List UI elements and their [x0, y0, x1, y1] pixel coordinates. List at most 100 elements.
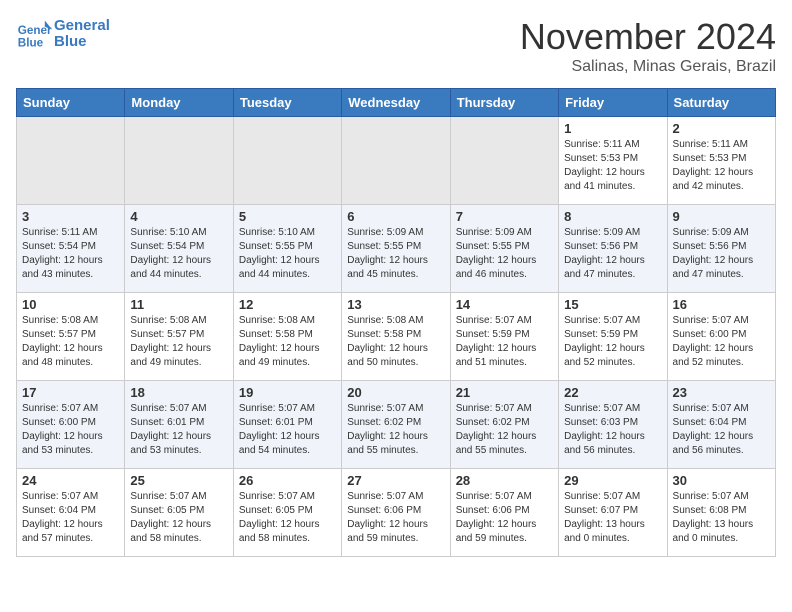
day-info: Sunrise: 5:07 AM Sunset: 6:01 PM Dayligh…: [130, 402, 227, 458]
week-row-3: 10 Sunrise: 5:08 AM Sunset: 5:57 PM Dayli…: [17, 293, 776, 381]
day-number: 25: [130, 473, 227, 488]
calendar-cell: 8Sunrise: 5:09 AM Sunset: 5:56 PM Daylig…: [559, 205, 667, 293]
calendar-cell: 2Sunrise: 5:11 AM Sunset: 5:53 PM Daylig…: [667, 117, 775, 205]
calendar-cell: 6 Sunrise: 5:09 AM Sunset: 5:55 PM Daylig…: [342, 205, 450, 293]
calendar-cell: 22 Sunrise: 5:07 AM Sunset: 6:03 PM Dayli…: [559, 381, 667, 469]
day-number: 12: [239, 297, 336, 312]
calendar-cell: 12 Sunrise: 5:08 AM Sunset: 5:58 PM Dayli…: [233, 293, 341, 381]
day-number: 13: [347, 297, 444, 312]
day-number: 29: [564, 473, 661, 488]
day-number: 5: [239, 209, 336, 224]
day-number: 10: [22, 297, 119, 312]
day-info: Sunrise: 5:07 AM Sunset: 6:08 PM Dayligh…: [673, 490, 770, 546]
calendar-cell: 15 Sunrise: 5:07 AM Sunset: 5:59 PM Dayli…: [559, 293, 667, 381]
col-header-sunday: Sunday: [17, 89, 125, 117]
calendar-cell: 20 Sunrise: 5:07 AM Sunset: 6:02 PM Dayli…: [342, 381, 450, 469]
day-number: 6: [347, 209, 444, 224]
day-info: Sunrise: 5:07 AM Sunset: 6:07 PM Dayligh…: [564, 490, 661, 546]
day-info: Sunrise: 5:07 AM Sunset: 6:04 PM Dayligh…: [22, 490, 119, 546]
calendar-cell: [450, 117, 558, 205]
col-header-saturday: Saturday: [667, 89, 775, 117]
day-info: Sunrise: 5:07 AM Sunset: 6:05 PM Dayligh…: [130, 490, 227, 546]
calendar-cell: [342, 117, 450, 205]
calendar-cell: 14 Sunrise: 5:07 AM Sunset: 5:59 PM Dayli…: [450, 293, 558, 381]
calendar-cell: 23Sunrise: 5:07 AM Sunset: 6:04 PM Dayli…: [667, 381, 775, 469]
location-subtitle: Salinas, Minas Gerais, Brazil: [520, 58, 776, 76]
calendar-cell: 30 Sunrise: 5:07 AM Sunset: 6:08 PM Dayli…: [667, 469, 775, 557]
day-info: Sunrise: 5:07 AM Sunset: 6:02 PM Dayligh…: [347, 402, 444, 458]
title-block: November 2024 Salinas, Minas Gerais, Bra…: [520, 16, 776, 76]
day-info: Sunrise: 5:07 AM Sunset: 5:59 PM Dayligh…: [456, 314, 553, 370]
day-info: Sunrise: 5:08 AM Sunset: 5:58 PM Dayligh…: [347, 314, 444, 370]
col-header-tuesday: Tuesday: [233, 89, 341, 117]
calendar-cell: 1 Sunrise: 5:11 AM Sunset: 5:53 PM Daylig…: [559, 117, 667, 205]
week-row-2: 3 Sunrise: 5:11 AM Sunset: 5:54 PM Daylig…: [17, 205, 776, 293]
calendar-cell: 29 Sunrise: 5:07 AM Sunset: 6:07 PM Dayli…: [559, 469, 667, 557]
day-number: 14: [456, 297, 553, 312]
calendar-cell: 19 Sunrise: 5:07 AM Sunset: 6:01 PM Dayli…: [233, 381, 341, 469]
calendar-cell: 24 Sunrise: 5:07 AM Sunset: 6:04 PM Dayli…: [17, 469, 125, 557]
day-info: Sunrise: 5:07 AM Sunset: 6:05 PM Dayligh…: [239, 490, 336, 546]
calendar-cell: 7Sunrise: 5:09 AM Sunset: 5:55 PM Daylig…: [450, 205, 558, 293]
header-row: SundayMondayTuesdayWednesdayThursdayFrid…: [17, 89, 776, 117]
day-info: Sunrise: 5:10 AM Sunset: 5:54 PM Dayligh…: [130, 226, 227, 282]
calendar-cell: 21Sunrise: 5:07 AM Sunset: 6:02 PM Dayli…: [450, 381, 558, 469]
calendar-cell: 3 Sunrise: 5:11 AM Sunset: 5:54 PM Daylig…: [17, 205, 125, 293]
day-info: Sunrise: 5:08 AM Sunset: 5:58 PM Dayligh…: [239, 314, 336, 370]
day-info: Sunrise: 5:07 AM Sunset: 6:06 PM Dayligh…: [456, 490, 553, 546]
day-number: 28: [456, 473, 553, 488]
calendar-cell: 10Sunrise: 5:08 AM Sunset: 5:57 PM Dayli…: [17, 293, 125, 381]
day-number: 9: [673, 209, 770, 224]
calendar-cell: 5Sunrise: 5:10 AM Sunset: 5:55 PM Daylig…: [233, 205, 341, 293]
day-number: 4: [130, 209, 227, 224]
calendar-cell: 26 Sunrise: 5:07 AM Sunset: 6:05 PM Dayli…: [233, 469, 341, 557]
day-info: Sunrise: 5:08 AM Sunset: 5:57 PM Dayligh…: [130, 314, 227, 370]
col-header-friday: Friday: [559, 89, 667, 117]
page-header: General Blue General Blue November 2024 …: [16, 16, 776, 76]
day-number: 2: [673, 121, 770, 136]
day-number: 8: [564, 209, 661, 224]
day-info: Sunrise: 5:07 AM Sunset: 6:01 PM Dayligh…: [239, 402, 336, 458]
calendar-cell: [17, 117, 125, 205]
day-info: Sunrise: 5:07 AM Sunset: 6:06 PM Dayligh…: [347, 490, 444, 546]
day-info: Sunrise: 5:09 AM Sunset: 5:55 PM Dayligh…: [347, 226, 444, 282]
col-header-wednesday: Wednesday: [342, 89, 450, 117]
day-number: 26: [239, 473, 336, 488]
day-number: 23: [673, 385, 770, 400]
day-number: 15: [564, 297, 661, 312]
week-row-4: 17Sunrise: 5:07 AM Sunset: 6:00 PM Dayli…: [17, 381, 776, 469]
calendar-cell: 27Sunrise: 5:07 AM Sunset: 6:06 PM Dayli…: [342, 469, 450, 557]
calendar-cell: 16Sunrise: 5:07 AM Sunset: 6:00 PM Dayli…: [667, 293, 775, 381]
day-info: Sunrise: 5:07 AM Sunset: 5:59 PM Dayligh…: [564, 314, 661, 370]
day-number: 16: [673, 297, 770, 312]
col-header-thursday: Thursday: [450, 89, 558, 117]
day-number: 18: [130, 385, 227, 400]
day-info: Sunrise: 5:07 AM Sunset: 6:00 PM Dayligh…: [22, 402, 119, 458]
day-number: 19: [239, 385, 336, 400]
day-number: 7: [456, 209, 553, 224]
day-number: 3: [22, 209, 119, 224]
logo: General Blue General Blue: [16, 16, 110, 52]
calendar-cell: 9 Sunrise: 5:09 AM Sunset: 5:56 PM Daylig…: [667, 205, 775, 293]
calendar-cell: 18 Sunrise: 5:07 AM Sunset: 6:01 PM Dayli…: [125, 381, 233, 469]
week-row-5: 24 Sunrise: 5:07 AM Sunset: 6:04 PM Dayli…: [17, 469, 776, 557]
calendar-cell: 17Sunrise: 5:07 AM Sunset: 6:00 PM Dayli…: [17, 381, 125, 469]
calendar-cell: 13 Sunrise: 5:08 AM Sunset: 5:58 PM Dayli…: [342, 293, 450, 381]
calendar-cell: 25 Sunrise: 5:07 AM Sunset: 6:05 PM Dayli…: [125, 469, 233, 557]
col-header-monday: Monday: [125, 89, 233, 117]
calendar-cell: [233, 117, 341, 205]
day-number: 22: [564, 385, 661, 400]
day-number: 20: [347, 385, 444, 400]
logo-line2: Blue: [54, 34, 110, 51]
day-number: 11: [130, 297, 227, 312]
calendar-cell: 4 Sunrise: 5:10 AM Sunset: 5:54 PM Daylig…: [125, 205, 233, 293]
day-number: 24: [22, 473, 119, 488]
day-info: Sunrise: 5:11 AM Sunset: 5:54 PM Dayligh…: [22, 226, 119, 282]
day-info: Sunrise: 5:09 AM Sunset: 5:56 PM Dayligh…: [673, 226, 770, 282]
day-info: Sunrise: 5:11 AM Sunset: 5:53 PM Dayligh…: [564, 138, 661, 194]
day-number: 21: [456, 385, 553, 400]
day-number: 30: [673, 473, 770, 488]
day-number: 1: [564, 121, 661, 136]
calendar-cell: 11 Sunrise: 5:08 AM Sunset: 5:57 PM Dayli…: [125, 293, 233, 381]
day-info: Sunrise: 5:07 AM Sunset: 6:03 PM Dayligh…: [564, 402, 661, 458]
